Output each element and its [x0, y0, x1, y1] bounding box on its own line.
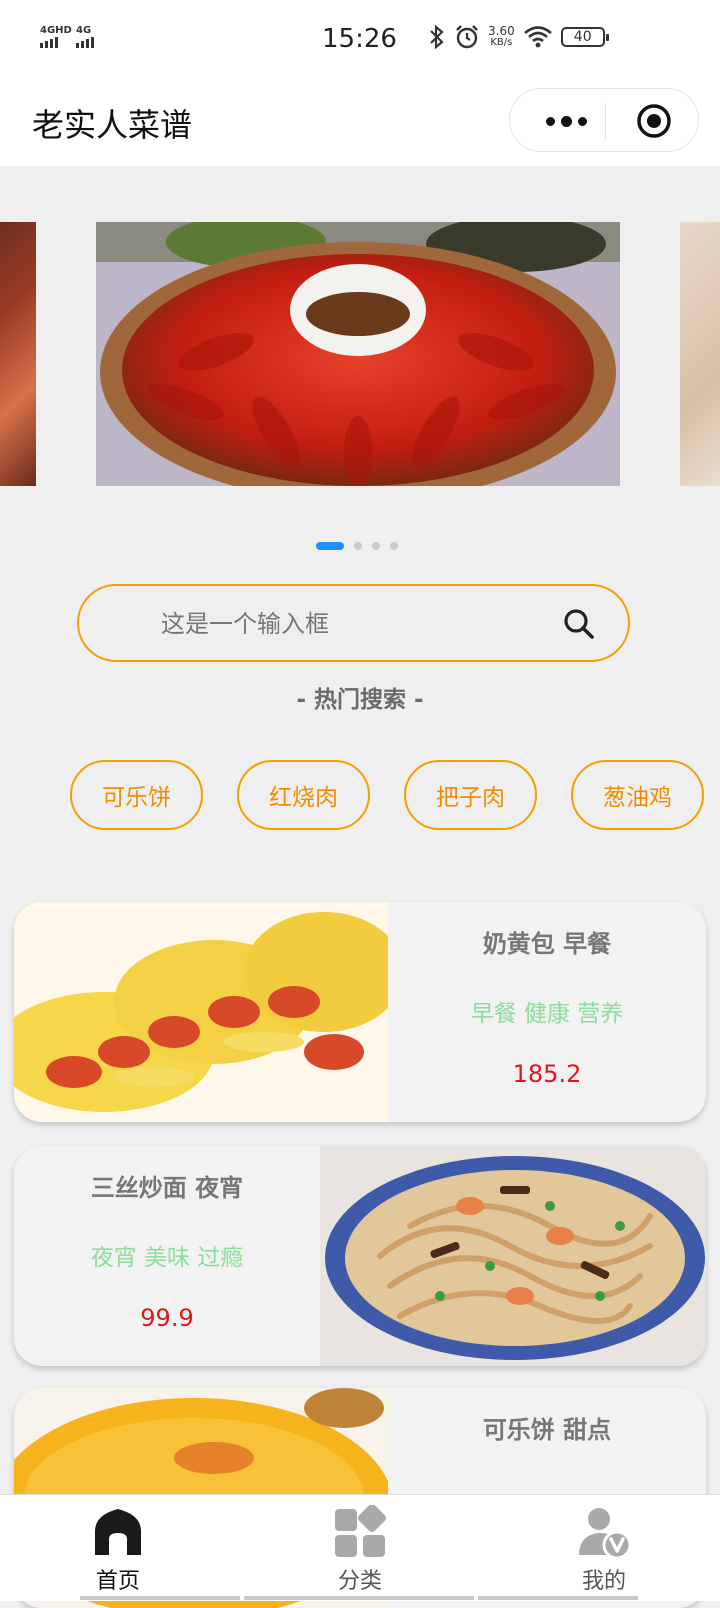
- hot-tag[interactable]: 可乐饼: [70, 760, 203, 830]
- status-icons: 3.60 KB/s 40: [428, 24, 609, 50]
- more-dots-icon[interactable]: [538, 109, 594, 133]
- wifi-icon: [523, 26, 552, 48]
- carousel-indicator: [316, 542, 398, 550]
- carousel-dot[interactable]: [372, 542, 380, 550]
- search-input[interactable]: [159, 602, 523, 646]
- hot-tag[interactable]: 葱油鸡: [571, 760, 704, 830]
- capsule-divider: [605, 103, 606, 139]
- status-bar: 4GHD 4G 15:26 3.60 KB/s 40: [0, 0, 720, 80]
- signal-label-1: 4GHD: [40, 25, 72, 36]
- signal-bars-icon: [76, 37, 94, 48]
- tab-category-label: 分类: [337, 1569, 382, 1594]
- recipe-card[interactable]: 奶黄包 早餐 早餐 健康 营养 185.2: [14, 902, 706, 1122]
- search-box: [77, 584, 630, 662]
- battery-indicator: 40: [560, 27, 609, 47]
- carousel-dot-active[interactable]: [316, 542, 344, 550]
- recipe-info: 三丝炒面 夜宵 夜宵 美味 过瘾 99.9: [14, 1146, 320, 1366]
- signal-label-2: 4G: [76, 25, 92, 36]
- recipe-tags: 夜宵 美味 过瘾: [90, 1245, 244, 1271]
- bottom-tab-bar: 首页 分类 我的: [0, 1494, 720, 1601]
- banner-slide-prev[interactable]: [0, 222, 36, 486]
- tab-home-label: 首页: [95, 1569, 140, 1594]
- tab-mine-label: 我的: [581, 1569, 626, 1594]
- banner-carousel[interactable]: [0, 220, 720, 490]
- tab-home[interactable]: 首页: [48, 1505, 188, 1595]
- speed-value: 3.60: [488, 24, 515, 38]
- bluetooth-icon: [430, 24, 444, 50]
- miniprogram-capsule: [509, 88, 699, 152]
- gesture-bar-segment: [80, 1596, 240, 1600]
- recipe-name: 奶黄包 早餐: [482, 930, 612, 958]
- alarm-icon: [456, 25, 478, 49]
- user-vip-icon: [579, 1508, 631, 1559]
- banner-slide-current[interactable]: [96, 222, 620, 486]
- cell-signal-1: 4GHD: [40, 26, 72, 48]
- recipe-name: 三丝炒面 夜宵: [90, 1174, 244, 1202]
- carousel-dot[interactable]: [390, 542, 398, 550]
- hot-tag[interactable]: 红烧肉: [237, 760, 370, 830]
- gesture-bar-segment: [244, 1596, 474, 1600]
- recipe-info: 奶黄包 早餐 早餐 健康 营养 185.2: [388, 902, 706, 1122]
- target-circle-icon[interactable]: [636, 103, 672, 139]
- crayfish-image: [96, 222, 620, 486]
- hot-search-tags: 可乐饼 红烧肉 把子肉 葱油鸡: [70, 760, 704, 830]
- hot-search-title: - 热门搜索 -: [296, 687, 424, 713]
- recipe-price: 99.9: [140, 1304, 194, 1332]
- speed-unit: KB/s: [490, 37, 513, 48]
- recipe-card[interactable]: 三丝炒面 夜宵 夜宵 美味 过瘾 99.9: [14, 1146, 706, 1366]
- signal-bars-icon: [40, 37, 72, 48]
- carousel-dot[interactable]: [354, 542, 362, 550]
- category-grid-icon: [335, 1505, 386, 1557]
- tab-category[interactable]: 分类: [290, 1505, 430, 1595]
- title-bar: 老实人菜谱: [0, 80, 720, 166]
- home-icon: [95, 1509, 141, 1555]
- recipe-price: 185.2: [512, 1060, 582, 1088]
- recipe-image: [320, 1146, 706, 1366]
- gesture-bar-segment: [478, 1596, 638, 1600]
- banner-slide-next[interactable]: [680, 222, 720, 486]
- recipe-name: 可乐饼 甜点: [482, 1416, 612, 1444]
- page-title: 老实人菜谱: [32, 106, 193, 144]
- tab-mine[interactable]: 我的: [534, 1505, 674, 1595]
- cell-signal-2: 4G: [76, 26, 94, 48]
- recipe-tags: 早餐 健康 营养: [470, 1001, 624, 1027]
- search-icon[interactable]: [561, 606, 597, 642]
- recipe-image: [14, 902, 388, 1122]
- status-time: 15:26: [322, 24, 397, 54]
- hot-tag[interactable]: 把子肉: [404, 760, 537, 830]
- network-speed: 3.60 KB/s: [488, 25, 515, 49]
